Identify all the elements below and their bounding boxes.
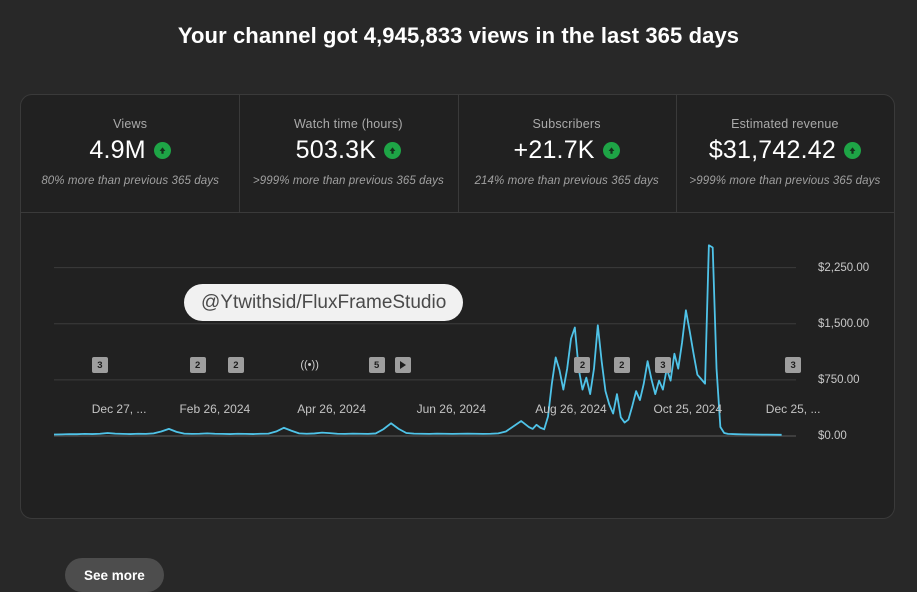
metric-card-subscribers[interactable]: Subscribers +21.7K 214% more than previo… bbox=[457, 95, 676, 212]
metric-label: Views bbox=[113, 117, 148, 131]
revenue-chart[interactable]: $0.00 $750.00 $1,500.00 $2,250.00 Dec 27, .… bbox=[21, 214, 894, 519]
x-axis-tick: Apr 26, 2024 bbox=[297, 402, 366, 416]
metric-label: Subscribers bbox=[532, 117, 601, 131]
x-axis-tick: Oct 25, 2024 bbox=[653, 402, 723, 416]
metric-value: 503.3K bbox=[295, 136, 377, 164]
metric-label: Estimated revenue bbox=[731, 117, 839, 131]
x-axis-tick: Aug 26, 2024 bbox=[535, 402, 607, 416]
event-count-marker[interactable]: 5 bbox=[368, 357, 385, 373]
arrow-up-icon bbox=[153, 142, 171, 159]
metric-value: +21.7K bbox=[513, 136, 595, 164]
arrow-up-icon bbox=[602, 142, 620, 159]
metric-value-row: 4.9M bbox=[89, 136, 171, 165]
x-axis-tick: Dec 25, ... bbox=[765, 402, 821, 416]
page-title: Your channel got 4,945,833 views in the … bbox=[177, 23, 740, 48]
event-count-marker[interactable]: 2 bbox=[189, 357, 206, 373]
metric-card-views[interactable]: Views 4.9M 80% more than previous 365 da… bbox=[21, 95, 239, 212]
metric-value-row: $31,742.42 bbox=[709, 136, 861, 165]
metric-value: $31,742.42 bbox=[708, 136, 836, 164]
metric-strip: Views 4.9M 80% more than previous 365 da… bbox=[21, 95, 894, 213]
metric-subtext: 80% more than previous 365 days bbox=[41, 175, 219, 187]
event-count-marker[interactable]: 3 bbox=[785, 357, 802, 373]
event-marker-row[interactable]: 3 2 2 ((•)) 5 2 2 3 3 bbox=[21, 357, 802, 379]
y-axis-tick: $1,500.00 bbox=[818, 317, 870, 330]
y-axis-tick: $750.00 bbox=[818, 373, 860, 386]
x-axis-labels: Dec 27, ... Feb 26, 2024 Apr 26, 2024 Jun 2… bbox=[21, 402, 821, 422]
y-axis-tick: $0.00 bbox=[818, 430, 847, 442]
analytics-page: Your channel got 4,945,833 views in the … bbox=[0, 0, 917, 592]
arrow-up-icon bbox=[384, 142, 402, 159]
metric-value: 4.9M bbox=[89, 136, 146, 164]
x-axis-tick: Jun 26, 2024 bbox=[416, 402, 487, 416]
arrow-up-icon bbox=[843, 142, 861, 159]
metric-value-row: +21.7K bbox=[514, 136, 620, 165]
metric-label: Watch time (hours) bbox=[294, 117, 403, 131]
event-count-marker[interactable]: 3 bbox=[91, 357, 108, 373]
metric-card-watch-time[interactable]: Watch time (hours) 503.3K >999% more tha… bbox=[239, 95, 457, 212]
live-broadcast-icon[interactable]: ((•)) bbox=[295, 357, 325, 373]
event-count-marker[interactable]: 2 bbox=[227, 357, 244, 373]
play-icon[interactable] bbox=[394, 357, 411, 373]
event-count-marker[interactable]: 2 bbox=[613, 357, 630, 373]
channel-name-pill: @Ytwithsid/FluxFrameStudio bbox=[184, 284, 464, 321]
metric-subtext: 214% more than previous 365 days bbox=[474, 175, 659, 187]
see-more-button[interactable]: See more bbox=[65, 558, 164, 592]
x-axis-tick: Dec 27, ... bbox=[91, 402, 147, 416]
event-count-marker[interactable]: 3 bbox=[654, 357, 671, 373]
metric-card-estimated-revenue[interactable]: Estimated revenue $31,742.42 >999% more … bbox=[675, 95, 894, 212]
metric-subtext: >999% more than previous 365 days bbox=[252, 175, 444, 187]
event-count-marker[interactable]: 2 bbox=[574, 357, 591, 373]
metric-value-row: 503.3K bbox=[295, 136, 402, 165]
x-axis-tick: Feb 26, 2024 bbox=[179, 402, 251, 416]
y-axis-labels: $0.00 $750.00 $1,500.00 $2,250.00 bbox=[796, 214, 894, 474]
y-axis-tick: $2,250.00 bbox=[818, 261, 870, 274]
metric-subtext: >999% more than previous 365 days bbox=[689, 175, 881, 187]
